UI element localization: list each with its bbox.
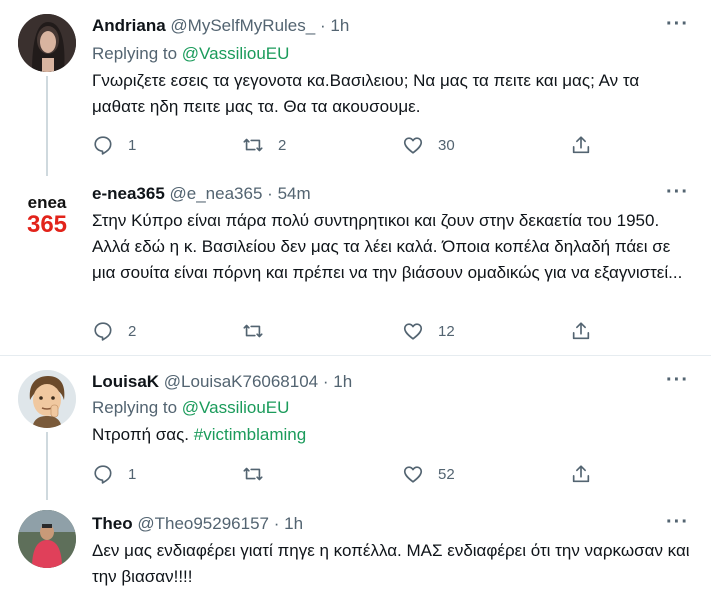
user-handle[interactable]: @LouisaK76068104 [164,372,318,391]
retweet-icon [243,324,263,338]
tweet-header: LouisaK @LouisaK76068104 · 1h [92,372,352,392]
like-button[interactable]: 30 [402,133,455,157]
like-count: 12 [438,322,455,340]
reply-count: 2 [128,322,137,340]
more-options-icon[interactable]: ··· [666,13,689,36]
avatar-emoji-icon [18,370,76,428]
tweet-text-prefix: Ντροπή σας. [92,425,194,444]
tweet-theo[interactable]: Theo @Theo95296157 · 1h ··· Δεν μας ενδι… [0,500,711,600]
retweet-icon [243,138,263,152]
share-icon [572,136,590,154]
reply-icon [94,136,112,155]
tweet-header: e-nea365 @e_nea365 · 54m [92,184,311,204]
more-options-icon[interactable]: ··· [666,181,689,204]
retweet-button[interactable] [242,319,278,343]
retweet-button[interactable]: 2 [242,133,286,157]
replying-prefix: Replying to [92,44,182,63]
replying-prefix: Replying to [92,398,182,417]
like-button[interactable]: 12 [402,319,455,343]
mention-link[interactable]: @VassiliouEU [182,44,290,63]
share-button[interactable] [570,319,606,343]
tweet-louisak[interactable]: LouisaK @LouisaK76068104 · 1h ··· Replyi… [0,356,711,500]
share-button[interactable] [570,462,606,486]
tweet-text: Ντροπή σας. #victimblaming [92,422,692,448]
reply-icon [94,465,112,484]
avatar[interactable] [18,14,76,72]
avatar[interactable]: enea 365 [18,186,76,244]
tweet-text: Δεν μας ενδιαφέρει γιατί πηγε η κοπέλλα.… [92,541,690,586]
reply-button[interactable]: 1 [92,462,136,486]
retweet-button[interactable] [242,462,278,486]
avatar-photo-icon [18,14,76,72]
display-name[interactable]: Theo [92,514,133,533]
tweet-e-nea365[interactable]: enea 365 e-nea365 @e_nea365 · 54m ··· Στ… [0,176,711,354]
like-count: 30 [438,136,455,154]
tweet-actions: 1 2 30 [92,133,602,157]
retweet-count: 2 [278,136,287,154]
heart-icon [403,323,423,340]
share-icon [572,322,590,340]
hashtag-link[interactable]: #victimblaming [194,425,306,444]
tweet-actions: 1 52 [92,462,602,486]
logo-top-text: enea [28,193,67,212]
timestamp[interactable]: 1h [333,372,352,391]
enea365-logo-icon: enea 365 [27,193,67,238]
display-name[interactable]: e-nea365 [92,184,165,203]
thread-line [46,432,48,500]
retweet-icon [243,467,263,481]
user-handle[interactable]: @Theo95296157 [137,514,269,533]
tweet-text: Στην Κύπρο είναι πάρα πολύ συντηρητικοι … [92,211,683,282]
separator-dot: · [322,372,329,391]
timestamp[interactable]: 54m [278,184,311,203]
reply-button[interactable]: 1 [92,133,136,157]
heart-icon [403,137,423,154]
display-name[interactable]: Andriana [92,16,166,35]
tweet-text: Γνωριζετε εσεις τα γεγονοτα κα.Βασιλειου… [92,71,640,116]
separator-dot: · [273,514,280,533]
reply-count: 1 [128,465,137,483]
avatar[interactable] [18,370,76,428]
mention-link[interactable]: @VassiliouEU [182,398,290,417]
like-count: 52 [438,465,455,483]
tweet-header: Andriana @MySelfMyRules_ · 1h [92,16,349,36]
display-name[interactable]: LouisaK [92,372,159,391]
user-handle[interactable]: @e_nea365 [170,184,263,203]
timestamp[interactable]: 1h [330,16,349,35]
separator-dot: · [267,184,273,203]
tweet-actions: 2 12 [92,319,602,343]
tweet-header: Theo @Theo95296157 · 1h [92,514,303,534]
timestamp[interactable]: 1h [284,514,303,533]
reply-count: 1 [128,136,137,154]
separator-dot: · [319,16,326,35]
avatar-photo-icon [18,510,76,568]
share-button[interactable] [570,133,606,157]
replying-to: Replying to @VassiliouEU [92,398,289,418]
like-button[interactable]: 52 [402,462,455,486]
avatar[interactable] [18,510,76,568]
replying-to: Replying to @VassiliouEU [92,44,289,64]
logo-bottom-text: 365 [27,211,67,238]
user-handle[interactable]: @MySelfMyRules_ [170,16,315,35]
more-options-icon[interactable]: ··· [666,511,689,534]
reply-icon [94,322,112,341]
heart-icon [403,466,423,483]
share-icon [572,465,590,483]
more-options-icon[interactable]: ··· [666,369,689,392]
reply-button[interactable]: 2 [92,319,136,343]
thread-line [46,76,48,176]
tweet-andriana[interactable]: Andriana @MySelfMyRules_ · 1h ··· Replyi… [0,0,711,176]
